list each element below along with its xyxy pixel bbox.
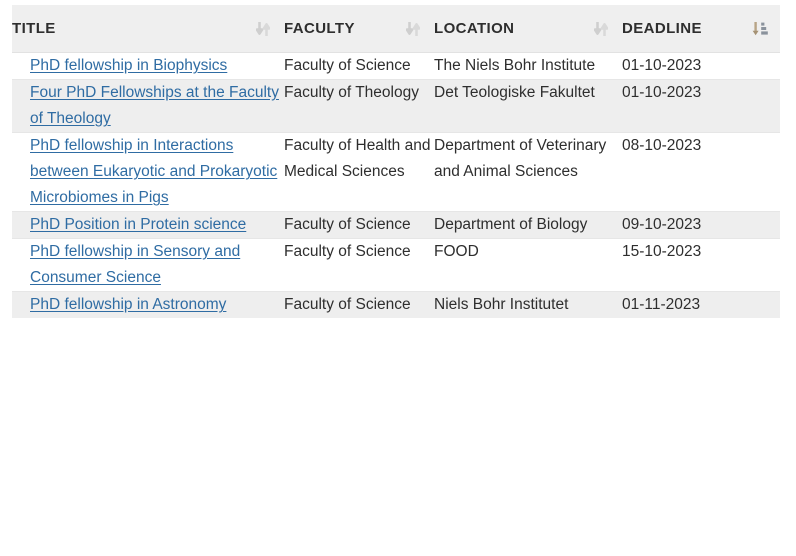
job-title-link[interactable]: Four PhD Fellowships at the Faculty of T…	[30, 84, 279, 127]
table-header-row: TITLE FACULTY LOCATION DEADLINE	[12, 5, 780, 53]
table-cell-faculty: Faculty of Science	[284, 296, 411, 314]
job-listing-table-container: TITLE FACULTY LOCATION DEADLINE PhD fell…	[12, 5, 780, 319]
table-cell-title: Four PhD Fellowships at the Faculty of T…	[12, 79, 284, 134]
table-cell-deadline: 01-10-2023	[622, 52, 780, 81]
table-header: TITLE FACULTY LOCATION DEADLINE	[12, 5, 780, 53]
table-cell-title: PhD fellowship in Interactions between E…	[12, 132, 284, 213]
table-row: PhD fellowship in Interactions between E…	[12, 132, 780, 213]
column-header-deadline[interactable]: DEADLINE	[622, 5, 780, 53]
table-cell-title: PhD Position in Protein science	[12, 211, 284, 240]
table-cell-faculty: Faculty of Theology	[284, 79, 434, 134]
job-title-link[interactable]: PhD fellowship in Astronomy	[30, 296, 226, 313]
table-cell-deadline: 15-10-2023	[622, 238, 780, 293]
table-cell-faculty: Faculty of Science	[284, 52, 434, 81]
column-header-title[interactable]: TITLE	[12, 5, 284, 53]
table-row: PhD fellowship in Biophysics Faculty of …	[12, 52, 780, 81]
table-row: Four PhD Fellowships at the Faculty of T…	[12, 79, 780, 134]
table-cell-faculty: Faculty of Science	[284, 238, 434, 293]
table-cell-deadline: 01-11-2023	[622, 296, 701, 314]
table-cell-title: PhD fellowship in Biophysics	[12, 52, 284, 81]
job-title-link[interactable]: PhD fellowship in Sensory and Consumer S…	[30, 243, 240, 286]
table-cell-title: PhD fellowship in Astronomy	[12, 292, 284, 319]
job-listing-table: TITLE FACULTY LOCATION DEADLINE PhD fell…	[12, 5, 780, 319]
sort-both-icon[interactable]	[256, 20, 270, 38]
table-cell-deadline: 01-10-2023	[622, 79, 780, 134]
table-cell-location: Niels Bohr Institutet	[434, 296, 569, 314]
table-row: PhD fellowship in Astronomy Faculty of S…	[12, 291, 780, 319]
sort-both-icon[interactable]	[406, 20, 420, 38]
column-header-title-label: TITLE	[12, 20, 56, 37]
table-row: PhD Position in Protein science Faculty …	[12, 211, 780, 240]
table-cell-location: Department of Biology	[434, 211, 622, 240]
table-cell-deadline: 08-10-2023	[622, 132, 780, 213]
job-title-link[interactable]: PhD fellowship in Interactions between E…	[30, 137, 277, 206]
table-cell-location: The Niels Bohr Institute	[434, 52, 622, 81]
table-cell-location: FOOD	[434, 238, 622, 293]
table-row: PhD fellowship in Sensory and Consumer S…	[12, 238, 780, 293]
table-body: PhD fellowship in Biophysics Faculty of …	[12, 52, 780, 319]
column-header-location-label: LOCATION	[434, 20, 515, 37]
job-title-link[interactable]: PhD fellowship in Biophysics	[30, 57, 227, 74]
column-header-faculty[interactable]: FACULTY	[284, 5, 434, 53]
job-title-link[interactable]: PhD Position in Protein science	[30, 216, 246, 233]
table-cell-location: Det Teologiske Fakultet	[434, 79, 622, 134]
sort-both-icon[interactable]	[594, 20, 608, 38]
column-header-deadline-label: DEADLINE	[622, 20, 702, 37]
table-cell-title: PhD fellowship in Sensory and Consumer S…	[12, 238, 284, 293]
sort-ascending-icon[interactable]	[752, 20, 768, 38]
table-cell-location: Department of Veterinary and Animal Scie…	[434, 132, 622, 213]
table-cell-faculty: Faculty of Science	[284, 211, 434, 240]
column-header-faculty-label: FACULTY	[284, 20, 355, 37]
table-cell-faculty: Faculty of Health and Medical Sciences	[284, 132, 434, 213]
column-header-location[interactable]: LOCATION	[434, 5, 622, 53]
table-cell-deadline: 09-10-2023	[622, 211, 780, 240]
